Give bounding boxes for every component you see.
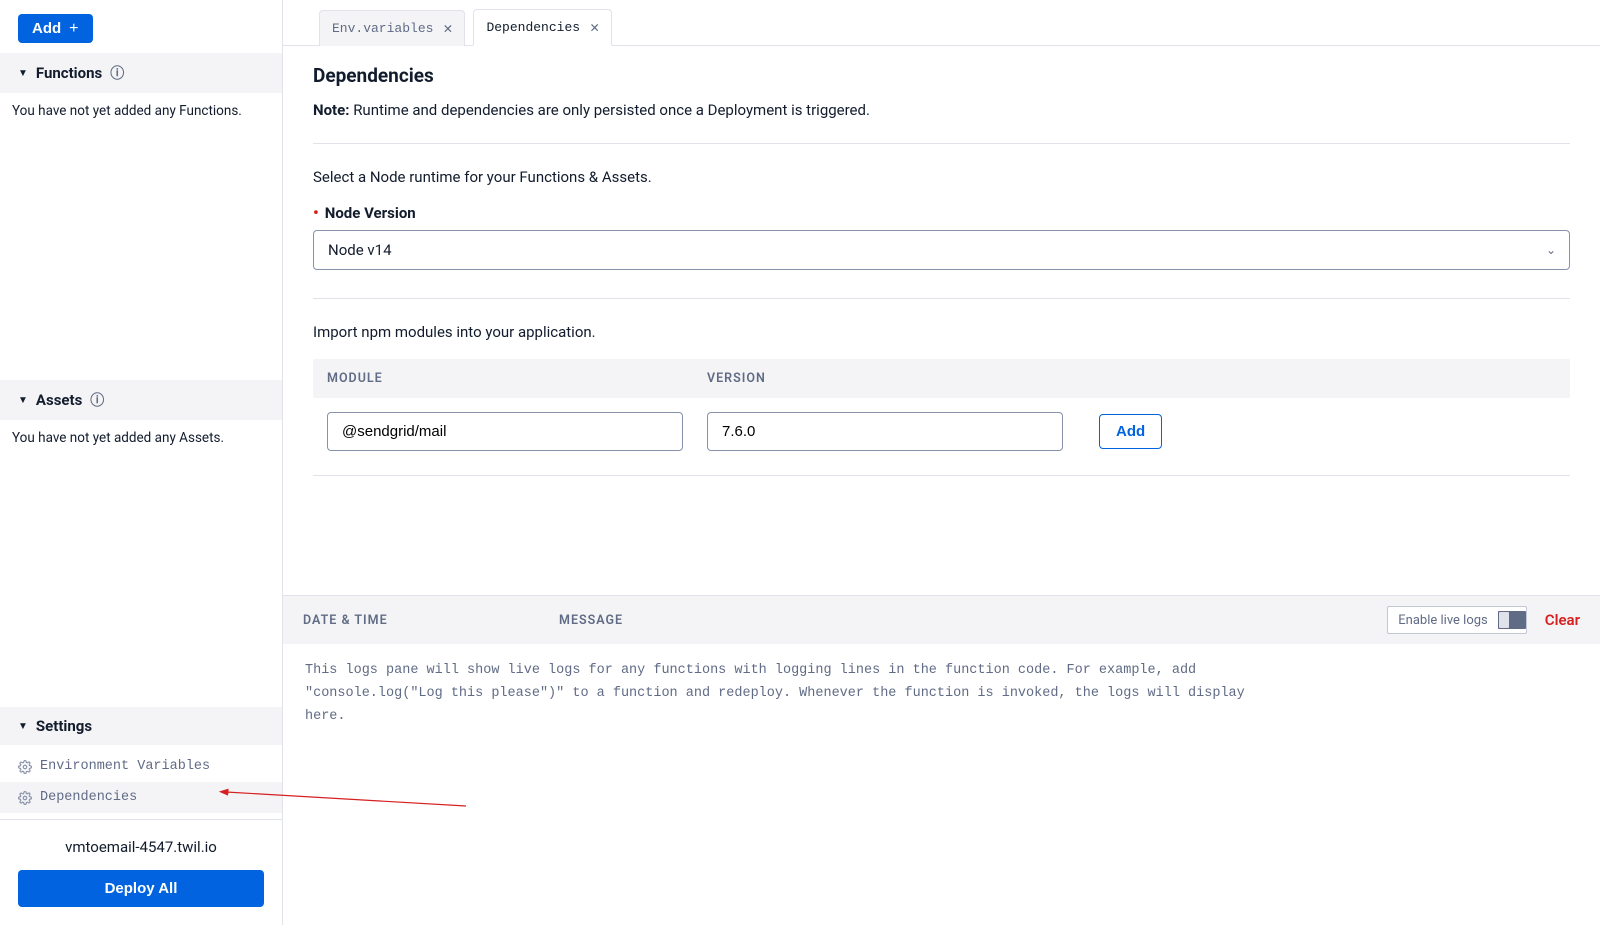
sidebar: Add + ▼ Functions ⓘ You have not yet add…: [0, 0, 283, 925]
toggle-icon: [1498, 611, 1526, 629]
page-title: Dependencies: [313, 64, 1570, 87]
logs-date-header: DATE & TIME: [303, 613, 559, 628]
settings-title: Settings: [36, 717, 92, 735]
tab-label: Dependencies: [486, 20, 580, 35]
note-line: Note: Runtime and dependencies are only …: [313, 101, 1570, 119]
assets-section-header[interactable]: ▼ Assets ⓘ: [0, 380, 282, 420]
divider: [313, 298, 1570, 299]
import-helper: Import npm modules into your application…: [313, 323, 1570, 341]
settings-item-dependencies[interactable]: Dependencies: [0, 782, 282, 813]
logs-body: This logs pane will show live logs for a…: [283, 644, 1293, 745]
settings-section-header[interactable]: ▼ Settings: [0, 707, 282, 745]
module-column-header: MODULE: [327, 371, 707, 386]
dependencies-table-header: MODULE VERSION: [313, 359, 1570, 398]
clear-logs-button[interactable]: Clear: [1545, 611, 1580, 629]
functions-empty-text: You have not yet added any Functions.: [0, 93, 282, 129]
note-label: Note:: [313, 101, 349, 119]
plus-icon: +: [69, 21, 78, 37]
divider: [313, 143, 1570, 144]
main-panel: Env.variables ✕ Dependencies ✕ Dependenc…: [283, 0, 1600, 925]
chevron-down-icon: ▼: [18, 395, 28, 406]
chevron-down-icon: ▼: [18, 68, 28, 79]
dependencies-content: Dependencies Note: Runtime and dependenc…: [283, 46, 1600, 595]
tab-env-variables[interactable]: Env.variables ✕: [319, 10, 465, 46]
module-input[interactable]: [327, 412, 683, 451]
close-icon[interactable]: ✕: [443, 19, 452, 38]
functions-section-header[interactable]: ▼ Functions ⓘ: [0, 53, 282, 93]
tabs-row: Env.variables ✕ Dependencies ✕: [283, 0, 1600, 46]
info-icon[interactable]: ⓘ: [110, 63, 124, 83]
settings-item-env-vars[interactable]: Environment Variables: [0, 751, 282, 782]
enable-live-label: Enable live logs: [1398, 613, 1487, 628]
assets-title: Assets: [36, 391, 82, 409]
chevron-down-icon: ▼: [18, 721, 28, 732]
version-input[interactable]: [707, 412, 1063, 451]
tab-dependencies[interactable]: Dependencies ✕: [473, 9, 612, 46]
add-button-label: Add: [32, 20, 61, 37]
node-version-select[interactable]: Node v14: [313, 230, 1570, 270]
settings-item-label: Dependencies: [40, 790, 137, 805]
node-version-label: • Node Version: [313, 204, 1570, 222]
settings-item-label: Environment Variables: [40, 759, 210, 774]
note-text: Runtime and dependencies are only persis…: [353, 101, 870, 119]
service-domain: vmtoemail-4547.twil.io: [18, 838, 264, 856]
add-button[interactable]: Add +: [18, 14, 93, 43]
gear-icon: [18, 760, 32, 774]
add-dependency-row: Add: [313, 412, 1570, 476]
logs-pane: DATE & TIME MESSAGE Enable live logs Cle…: [283, 595, 1600, 925]
add-dependency-button[interactable]: Add: [1099, 414, 1162, 449]
version-column-header: VERSION: [707, 371, 1067, 386]
tab-label: Env.variables: [332, 21, 433, 36]
logs-message-header: MESSAGE: [559, 613, 1387, 628]
enable-live-logs-toggle[interactable]: Enable live logs: [1387, 606, 1526, 634]
gear-icon: [18, 791, 32, 805]
assets-empty-text: You have not yet added any Assets.: [0, 420, 282, 456]
functions-title: Functions: [36, 64, 102, 82]
deploy-all-button[interactable]: Deploy All: [18, 870, 264, 907]
close-icon[interactable]: ✕: [590, 18, 599, 37]
logs-header: DATE & TIME MESSAGE Enable live logs Cle…: [283, 596, 1600, 644]
settings-list: Environment Variables Dependencies: [0, 745, 282, 819]
runtime-helper: Select a Node runtime for your Functions…: [313, 168, 1570, 186]
info-icon[interactable]: ⓘ: [90, 390, 104, 410]
